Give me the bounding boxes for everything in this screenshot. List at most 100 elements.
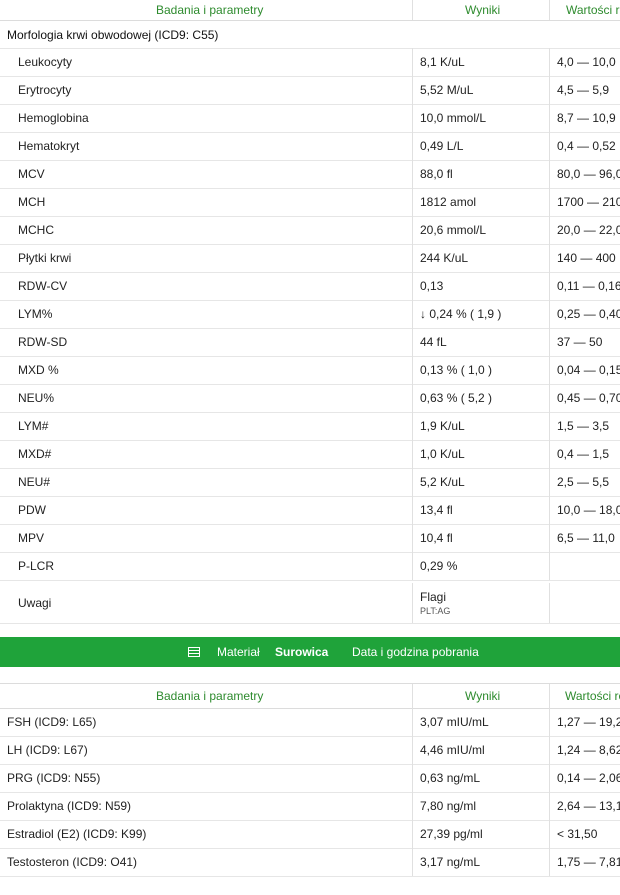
reference-range: 6,5 — 11,0: [557, 531, 615, 545]
col-header-ref-2: Wartości re: [565, 689, 620, 703]
notes-label: Uwagi: [18, 596, 52, 610]
table-row: Prolaktyna (ICD9: N59) 7,80 ng/ml 2,64 — 1…: [0, 792, 620, 821]
result-value: 13,4 fl: [420, 503, 453, 517]
param-name: LYM#: [18, 419, 49, 433]
result-value: 7,80 ng/ml: [420, 799, 477, 813]
reference-range: 0,14 — 2,06: [557, 771, 620, 785]
table-row: NEU# 5,2 K/uL 2,5 — 5,5: [0, 468, 620, 497]
param-name: Leukocyty: [18, 55, 73, 69]
param-name: MXD %: [18, 363, 59, 377]
col-header-param: Badania i parametry: [156, 3, 264, 17]
result-value: 20,6 mmol/L: [420, 223, 487, 237]
reference-range: 0,45 — 0,70: [557, 391, 620, 405]
reference-range: 1,5 — 3,5: [557, 419, 610, 433]
table-row: Erytrocyty 5,52 M/uL 4,5 — 5,9: [0, 76, 620, 105]
reference-range: 2,5 — 5,5: [557, 475, 610, 489]
result-value: 4,46 mIU/ml: [420, 743, 485, 757]
material-value: Surowica: [275, 645, 329, 659]
param-name: RDW-SD: [18, 335, 68, 349]
result-value: 5,2 K/uL: [420, 475, 465, 489]
param-name: LH (ICD9: L67): [7, 743, 88, 757]
col-header-result-2: Wyniki: [465, 689, 501, 703]
result-value: 1,0 K/uL: [420, 447, 465, 461]
result-value: 5,52 M/uL: [420, 83, 474, 97]
param-name: Estradiol (E2) (ICD9: K99): [7, 827, 147, 841]
result-value: 3,17 ng/mL: [420, 855, 481, 869]
result-value: 0,49 L/L: [420, 139, 464, 153]
material-label: Materiał: [217, 645, 260, 659]
reference-range: 80,0 — 96,0: [557, 167, 620, 181]
table-row: RDW-CV 0,13 0,11 — 0,16: [0, 272, 620, 301]
param-name: PRG (ICD9: N55): [7, 771, 101, 785]
result-value: 8,1 K/uL: [420, 55, 465, 69]
reference-range: 1,24 — 8,62: [557, 743, 620, 757]
table-row: MCHC 20,6 mmol/L 20,0 — 22,0: [0, 216, 620, 245]
param-name: MCV: [18, 167, 45, 181]
param-name: Prolaktyna (ICD9: N59): [7, 799, 132, 813]
result-value: 44 fL: [420, 335, 447, 349]
flags-value: PLT:AG: [420, 606, 451, 616]
material-bar: Materiał Surowica Data i godzina pobrani…: [0, 637, 620, 667]
param-name: RDW-CV: [18, 279, 68, 293]
reference-range: 0,25 — 0,40: [557, 307, 620, 321]
param-name: FSH (ICD9: L65): [7, 715, 97, 729]
collection-date-label: Data i godzina pobrania: [352, 645, 479, 659]
notes-row: Uwagi Flagi PLT:AG: [0, 583, 620, 624]
table-row: Hemoglobina 10,0 mmol/L 8,7 — 10,9: [0, 104, 620, 133]
param-name: Erytrocyty: [18, 83, 72, 97]
table-row: LH (ICD9: L67) 4,46 mIU/ml 1,24 — 8,62: [0, 736, 620, 765]
col-header-result: Wyniki: [465, 3, 501, 17]
reference-range: 10,0 — 18,0: [557, 503, 620, 517]
reference-range: 4,0 — 10,0: [557, 55, 616, 69]
reference-range: 1700 — 2100: [557, 195, 620, 209]
table-row: Estradiol (E2) (ICD9: K99) 27,39 pg/ml < 3…: [0, 820, 620, 849]
param-name: NEU%: [18, 391, 55, 405]
param-name: PDW: [18, 503, 46, 517]
table-row: PRG (ICD9: N55) 0,63 ng/mL 0,14 — 2,06: [0, 764, 620, 793]
table-icon: [188, 647, 200, 657]
table-row: MPV 10,4 fl 6,5 — 11,0: [0, 524, 620, 553]
result-value: 10,4 fl: [420, 531, 453, 545]
param-name: NEU#: [18, 475, 51, 489]
reference-range: 0,04 — 0,15: [557, 363, 620, 377]
reference-range: 4,5 — 5,9: [557, 83, 610, 97]
table2-header: Badania i parametry Wyniki Wartości re: [0, 683, 620, 709]
reference-range: 1,75 — 7,81: [557, 855, 620, 869]
table-row: MXD % 0,13 % ( 1,0 ) 0,04 — 0,15: [0, 356, 620, 385]
reference-range: < 31,50: [557, 827, 598, 841]
table-row: FSH (ICD9: L65) 3,07 mIU/mL 1,27 — 19,26: [0, 708, 620, 737]
param-name: Testosteron (ICD9: O41): [7, 855, 138, 869]
param-name: Hemoglobina: [18, 111, 89, 125]
table-row: LYM% ↓ 0,24 % ( 1,9 ) 0,25 — 0,40: [0, 300, 620, 329]
result-value: 10,0 mmol/L: [420, 111, 487, 125]
table-row: P-LCR 0,29 %: [0, 552, 620, 581]
col-header-param-2: Badania i parametry: [156, 689, 264, 703]
result-value: 1,9 K/uL: [420, 419, 465, 433]
table-row: MCH 1812 amol 1700 — 2100: [0, 188, 620, 217]
table-row: MCV 88,0 fl 80,0 — 96,0: [0, 160, 620, 189]
result-value: 27,39 pg/ml: [420, 827, 483, 841]
param-name: MPV: [18, 531, 45, 545]
section-title: Morfologia krwi obwodowej (ICD9: C55): [0, 20, 620, 49]
result-value: 1812 amol: [420, 195, 477, 209]
reference-range: 8,7 — 10,9: [557, 111, 616, 125]
param-name: Płytki krwi: [18, 251, 72, 265]
reference-range: 2,64 — 13,13: [557, 799, 620, 813]
param-name: MCHC: [18, 223, 54, 237]
param-name: P-LCR: [18, 559, 55, 573]
table-row: PDW 13,4 fl 10,0 — 18,0: [0, 496, 620, 525]
param-name: MCH: [18, 195, 46, 209]
result-value: 0,13 % ( 1,0 ): [420, 363, 493, 377]
table-row: Płytki krwi 244 K/uL 140 — 400: [0, 244, 620, 273]
result-value: 88,0 fl: [420, 167, 453, 181]
table-row: RDW-SD 44 fL 37 — 50: [0, 328, 620, 357]
reference-range: 20,0 — 22,0: [557, 223, 620, 237]
table-row: NEU% 0,63 % ( 5,2 ) 0,45 — 0,70: [0, 384, 620, 413]
reference-range: 0,11 — 0,16: [557, 279, 620, 293]
col-header-ref: Wartości re: [566, 3, 620, 17]
param-name: MXD#: [18, 447, 52, 461]
result-value: ↓ 0,24 % ( 1,9 ): [420, 307, 502, 321]
section-title-text: Morfologia krwi obwodowej (ICD9: C55): [7, 28, 219, 42]
result-value: 0,29 %: [420, 559, 458, 573]
table-row: Hematokryt 0,49 L/L 0,4 — 0,52: [0, 132, 620, 161]
